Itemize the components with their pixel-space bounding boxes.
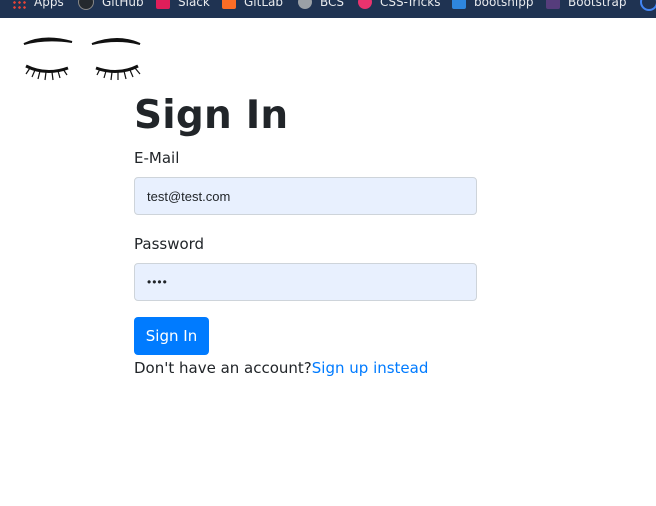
bookmark-github[interactable]: GitHub: [78, 0, 144, 11]
email-value: test@test.com: [147, 188, 231, 204]
bookmark-label: GitLab: [244, 0, 283, 9]
bcs-icon: [298, 0, 312, 9]
sign-in-button[interactable]: Sign In: [134, 317, 209, 355]
bookmark-apps[interactable]: Apps: [12, 0, 64, 11]
sign-up-link[interactable]: Sign up instead: [312, 359, 429, 377]
password-input[interactable]: ••••: [134, 263, 477, 301]
eyelashes-logo-icon: [23, 37, 141, 81]
signin-form: Sign In E-Mail test@test.com Password ••…: [134, 92, 477, 377]
bookmark-bcs[interactable]: BCS: [298, 0, 344, 11]
bookmarks-bar: Apps GitHub Slack GitLab BCS CSS-Tricks …: [0, 0, 656, 18]
bookmark-label: bootsnipp: [474, 0, 534, 9]
bookmark-slack[interactable]: Slack: [156, 0, 210, 11]
overflow-icon: [640, 0, 656, 11]
bootstrap-icon: [546, 0, 560, 9]
password-value: ••••: [147, 275, 168, 289]
bookmark-label: Apps: [34, 0, 64, 9]
apps-grid-icon: [12, 0, 26, 9]
bookmark-css-tricks[interactable]: CSS-Tricks: [358, 0, 440, 11]
github-icon: [78, 0, 94, 10]
gitlab-icon: [222, 0, 236, 9]
bootsnipp-icon: [452, 0, 466, 9]
css-tricks-icon: [358, 0, 372, 9]
bookmark-label: CSS-Tricks: [380, 0, 441, 9]
page-title: Sign In: [134, 93, 289, 138]
password-label: Password: [134, 235, 205, 253]
slack-icon: [156, 0, 170, 9]
bookmark-bootsnipp[interactable]: bootsnipp: [452, 0, 533, 11]
email-label: E-Mail: [134, 149, 180, 167]
bookmark-label: Bootstrap: [568, 0, 627, 9]
bookmark-label: Slack: [178, 0, 210, 9]
bookmark-gitlab[interactable]: GitLab: [222, 0, 283, 11]
bookmark-label: BCS: [320, 0, 345, 9]
signup-prompt: Don't have an account?Sign up instead: [134, 358, 428, 378]
bookmark-bootstrap[interactable]: Bootstrap: [546, 0, 626, 11]
bookmark-label: GitHub: [102, 0, 144, 9]
signup-prompt-text: Don't have an account?: [134, 359, 312, 377]
bookmark-overflow[interactable]: [640, 0, 656, 11]
email-input[interactable]: test@test.com: [134, 177, 477, 215]
